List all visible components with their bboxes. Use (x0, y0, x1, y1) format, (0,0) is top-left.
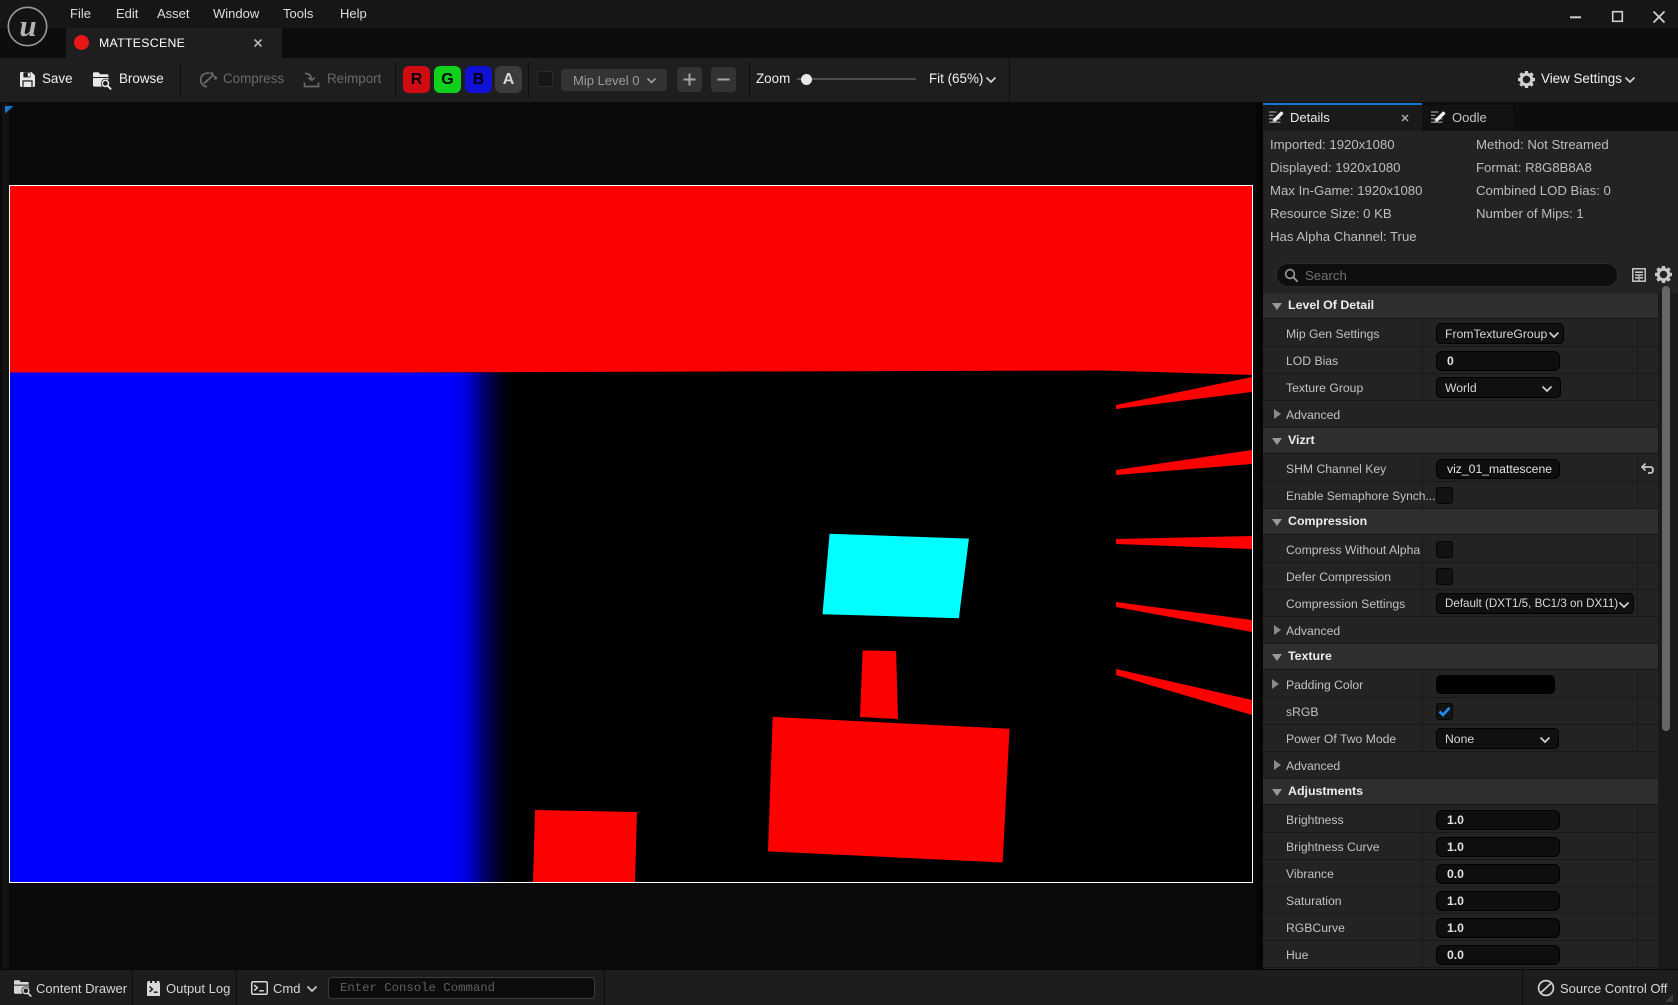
svg-text:u: u (19, 8, 36, 43)
